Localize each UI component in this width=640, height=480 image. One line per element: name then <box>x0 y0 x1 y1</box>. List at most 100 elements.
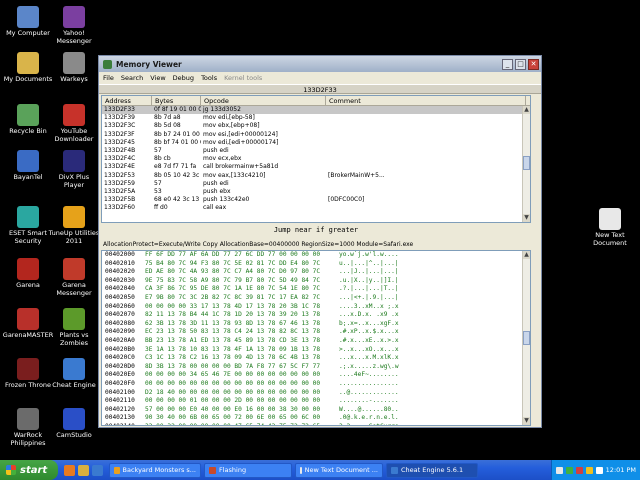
disassembly-row[interactable]: 133D2F4C 8b cb mov ecx,ebx <box>102 155 530 163</box>
hex-row[interactable]: 00402040 CA 3F 86 7C 95 DE 80 7C 1A 1E 80… <box>102 285 530 294</box>
tray-volume-icon[interactable] <box>595 466 603 474</box>
title-bar[interactable]: Memory Viewer _ □ ✕ <box>99 56 541 72</box>
tray-app-icon[interactable] <box>575 466 583 474</box>
hex-scroll-thumb[interactable] <box>523 331 530 345</box>
youtube-downloader-icon <box>63 104 85 126</box>
folder-icon[interactable] <box>78 464 89 476</box>
desktop-icon-new-text-document[interactable]: New Text Document <box>582 208 638 247</box>
hex-row[interactable]: 00402060 00 00 00 00 33 17 13 78 4D 17 13… <box>102 303 530 312</box>
disassembly-row[interactable]: 133D2F59 57 push edi <box>102 180 530 188</box>
disassembly-row[interactable]: 133D2F3F 8b b7 24 01 00 00mov esi,[edi+00… <box>102 131 530 139</box>
tray-network-icon[interactable] <box>555 466 563 474</box>
menu-debug[interactable]: Debug <box>173 74 194 82</box>
scroll-up-icon[interactable]: ▲ <box>523 106 530 114</box>
disassembly-row[interactable]: 133D2F5B 68 e0 42 3c 13 push 133c42e0 [0DFC… <box>102 196 530 204</box>
warrock-icon <box>17 408 39 430</box>
hex-row[interactable]: 00402020 ED AE 80 7C 4A 93 80 7C C7 A4 80… <box>102 268 530 277</box>
hex-dump-pane[interactable]: 00402000 FF 6F DD 77 AF 6A DD 77 27 6C DD… <box>101 250 531 426</box>
hex-row[interactable]: 004020C0 C3 1C 13 78 C2 16 13 78 09 4D 13… <box>102 354 530 363</box>
menu-search[interactable]: Search <box>121 74 143 82</box>
scroll-down-icon[interactable]: ▼ <box>523 214 530 222</box>
hex-address: 00402080 <box>105 319 135 327</box>
hex-row[interactable]: 00402000 FF 6F DD 77 AF 6A DD 77 27 6C DD… <box>102 251 530 260</box>
disassembly-row[interactable]: 133D2F39 8b 7d a8 mov edi,[ebp-58] <box>102 114 530 122</box>
tray-messenger-icon[interactable] <box>585 466 593 474</box>
hex-row[interactable]: 00402010 75 B4 80 7C 94 F3 80 7C 5E 02 81… <box>102 260 530 269</box>
taskbar-button[interactable]: Backyard Monsters s... <box>109 462 201 478</box>
disassembly-row[interactable]: 133D2F33 0f 8f 19 01 00 00 jg 133d3052 <box>102 106 530 115</box>
taskbar-button[interactable]: Cheat Engine 5.6.1 <box>386 462 478 478</box>
col-address[interactable]: Address <box>102 96 152 105</box>
disassembly-pane[interactable]: Address Bytes Opcode Comment 133D2F33 0f … <box>101 95 531 223</box>
menu-view[interactable]: View <box>150 74 165 82</box>
hex-row[interactable]: 004020B0 3E 1A 13 78 10 83 13 78 4F 1A 13… <box>102 346 530 355</box>
hex-row[interactable]: 00402030 9E 75 83 7C 58 A9 80 7C 79 B7 80… <box>102 277 530 286</box>
col-bytes[interactable]: Bytes <box>152 96 201 105</box>
hex-ascii: .#.x...xE..x.>.x <box>339 336 399 344</box>
row-bytes: 8b 05 10 42 3c ... <box>154 171 201 179</box>
desktop-icon-youtube-downloader[interactable]: YouTube Downloader <box>46 104 102 143</box>
system-tray: 12:01 PM <box>550 460 640 480</box>
row-comment <box>326 106 526 114</box>
browser-icon[interactable] <box>92 464 103 476</box>
hex-row[interactable]: 00402100 D2 18 40 00 00 00 00 00 00 00 00… <box>102 389 530 398</box>
minimize-icon[interactable]: _ <box>502 58 513 70</box>
disassembly-row[interactable]: 133D2F4B 57 push edi <box>102 147 530 155</box>
hex-row[interactable]: 00402080 62 3B 13 78 3D 11 13 78 93 8D 13… <box>102 320 530 329</box>
hex-row[interactable]: 00402120 57 00 00 00 E0 40 00 00 E0 16 00… <box>102 406 530 415</box>
disassembly-row[interactable]: 133D2F3C 8b 5d 08 mov ebx,[ebp+08] <box>102 122 530 130</box>
hex-row[interactable]: 00402070 82 11 13 78 B4 44 1C 78 1D 20 13… <box>102 311 530 320</box>
row-opcode: push edi <box>203 179 229 187</box>
row-bytes: 8b 5d 08 <box>154 122 181 130</box>
hex-ascii: ...x...x.M.xlK.x <box>339 354 399 362</box>
hex-row[interactable]: 00402130 90 30 40 00 6B 00 65 00 72 00 6E… <box>102 414 530 423</box>
start-button[interactable]: start <box>0 460 58 480</box>
col-comment[interactable]: Comment <box>326 96 526 105</box>
tray-security-icon[interactable] <box>565 466 573 474</box>
hex-row[interactable]: 0040214033 00 32 00 00 00 00 00 47 65 74… <box>102 423 530 425</box>
desktop-icon-label: CamStudio <box>56 431 92 439</box>
firefox-icon[interactable] <box>64 464 75 476</box>
desktop-icon-warkeys[interactable]: Warkeys <box>46 52 102 84</box>
memory-viewer-window[interactable]: Memory Viewer _ □ ✕ File Search View Deb… <box>98 55 542 428</box>
disassembly-row[interactable]: 133D2F60 ff d0 call eax <box>102 204 530 212</box>
desktop-icon-plants-vs-zombies[interactable]: Plants vs Zombies <box>46 308 102 347</box>
hex-row[interactable]: 00402050 E7 9B 80 7C 3C 2B 82 7C 8C 39 81… <box>102 294 530 303</box>
disassembly-row[interactable]: 133D2F53 8b 05 10 42 3c ...mov eax,[133c4… <box>102 172 530 180</box>
hex-address: 00402140 <box>102 423 145 425</box>
disassembly-scrollbar[interactable]: ▲ ▼ <box>522 106 530 222</box>
col-opcode[interactable]: Opcode <box>201 96 326 105</box>
disassembly-row[interactable]: 133D2F4E e8 7d f7 71 fa call brokermainw+5… <box>102 163 530 171</box>
hex-row[interactable]: 00402090 EC 23 13 78 50 83 13 78 C4 24 13… <box>102 328 530 337</box>
desktop-icon-cheat-engine[interactable]: Cheat Engine <box>46 358 102 390</box>
taskbar-button[interactable]: New Text Document ... <box>295 462 383 478</box>
taskbar-button[interactable]: Flashing <box>204 462 292 478</box>
hex-row[interactable]: 004020F0 00 00 00 00 00 00 00 00 00 00 00… <box>102 380 530 389</box>
desktop-icon-garena-messenger[interactable]: Garena Messenger <box>46 258 102 297</box>
maximize-icon[interactable]: □ <box>515 58 526 70</box>
hex-row[interactable]: 004020A0 BB 23 13 78 A1 ED 13 78 45 89 13… <box>102 337 530 346</box>
hex-scrollbar[interactable]: ▲ ▼ <box>522 251 530 425</box>
hex-scroll-up-icon[interactable]: ▲ <box>523 251 530 259</box>
menu-tools[interactable]: Tools <box>201 74 217 82</box>
menu-file[interactable]: File <box>103 74 114 82</box>
desktop-icon-label: New Text Document <box>593 231 627 247</box>
desktop-icon-yahoo-messenger[interactable]: Yahoo! Messenger <box>46 6 102 45</box>
disassembly-row[interactable]: 133D2F5A 53 push ebx <box>102 188 530 196</box>
hex-ascii: 3.2.....GetCurre <box>337 423 517 425</box>
close-icon[interactable]: ✕ <box>528 58 539 70</box>
desktop-icon-divx-player[interactable]: DivX Plus Player <box>46 150 102 189</box>
desktop-icon-camstudio[interactable]: CamStudio <box>46 408 102 440</box>
row-address: 133D2F3F <box>104 130 135 138</box>
desktop-icon-tuneup-utilities[interactable]: TuneUp Utilities 2011 <box>46 206 102 245</box>
hex-ascii: ...x.D.x. .x9 .x <box>339 311 399 319</box>
hex-row[interactable]: 004020D0 8D 3B 13 78 00 00 00 00 BD 7A F8… <box>102 363 530 372</box>
hex-bytes: 75 B4 80 7C 94 F3 80 7C 5E 02 81 7C DD E… <box>145 259 321 267</box>
row-comment <box>326 155 526 163</box>
hex-row[interactable]: 004020E0 00 00 00 00 34 65 46 7E 00 00 00… <box>102 371 530 380</box>
hex-scroll-down-icon[interactable]: ▼ <box>523 417 530 425</box>
menu-kernel-tools[interactable]: Kernel tools <box>224 74 262 82</box>
disassembly-row[interactable]: 133D2F45 8b bf 74 01 00 00mov edi,[edi+00… <box>102 139 530 147</box>
hex-row[interactable]: 00402110 00 00 00 00 01 00 00 00 2D 00 00… <box>102 397 530 406</box>
scroll-thumb[interactable] <box>523 156 530 170</box>
